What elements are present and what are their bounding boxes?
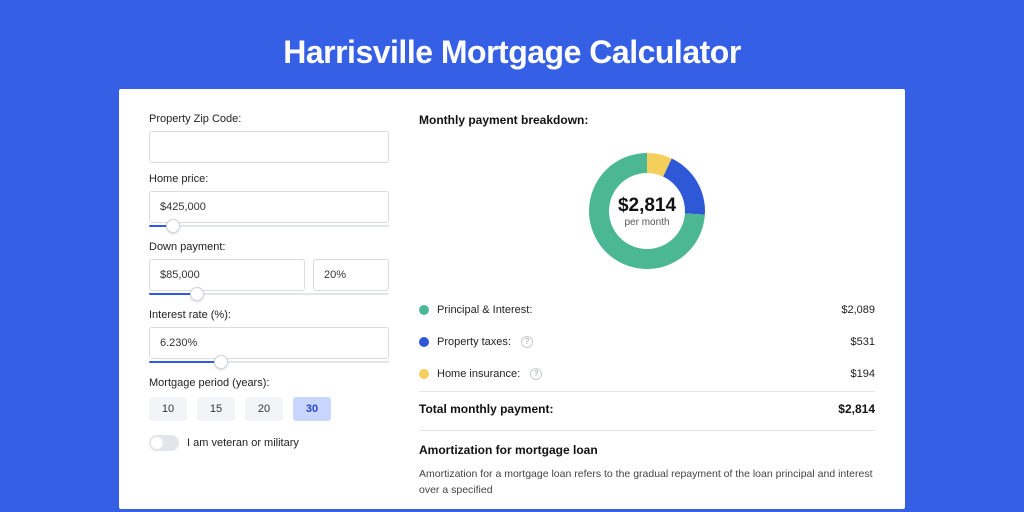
veteran-toggle[interactable]	[149, 435, 179, 451]
rate-slider[interactable]	[149, 357, 389, 367]
info-icon[interactable]: ?	[521, 336, 533, 348]
legend-dot-icon	[419, 337, 429, 347]
legend-dot-icon	[419, 369, 429, 379]
legend-row-taxes: Property taxes:? $531	[419, 325, 875, 357]
period-option-20[interactable]: 20	[245, 397, 283, 421]
period-option-15[interactable]: 15	[197, 397, 235, 421]
period-option-10[interactable]: 10	[149, 397, 187, 421]
home-price-slider[interactable]	[149, 221, 389, 231]
summary-panel: Monthly payment breakdown: $2,814 per mo…	[419, 113, 875, 509]
down-payment-pct-input[interactable]	[313, 259, 389, 291]
period-segmented: 10 15 20 30	[149, 397, 389, 421]
veteran-label: I am veteran or military	[187, 437, 299, 449]
slider-thumb[interactable]	[166, 219, 180, 233]
amort-title: Amortization for mortgage loan	[419, 443, 875, 457]
zip-label: Property Zip Code:	[149, 113, 389, 125]
period-label: Mortgage period (years):	[149, 377, 389, 389]
legend-value: $194	[851, 368, 875, 380]
legend-value: $2,089	[841, 304, 875, 316]
legend-dot-icon	[419, 305, 429, 315]
slider-thumb[interactable]	[190, 287, 204, 301]
down-payment-row	[149, 259, 389, 291]
donut-chart: $2,814 per month	[419, 137, 875, 285]
amort-body: Amortization for a mortgage loan refers …	[419, 467, 875, 499]
donut-value: $2,814	[618, 195, 676, 217]
period-option-30[interactable]: 30	[293, 397, 331, 421]
amort-card: Amortization for mortgage loan Amortizat…	[419, 430, 875, 499]
inputs-panel: Property Zip Code: Home price: Down paym…	[149, 113, 389, 509]
down-payment-label: Down payment:	[149, 241, 389, 253]
home-price-input[interactable]	[149, 191, 389, 223]
veteran-row: I am veteran or military	[149, 435, 389, 451]
legend-label: Property taxes:	[437, 336, 511, 348]
page-root: Harrisville Mortgage Calculator Property…	[0, 0, 1024, 512]
zip-input[interactable]	[149, 131, 389, 163]
donut-center: $2,814 per month	[618, 195, 676, 228]
legend-row-principal: Principal & Interest: $2,089	[419, 293, 875, 325]
total-row: Total monthly payment: $2,814	[419, 391, 875, 416]
down-payment-input[interactable]	[149, 259, 305, 291]
down-payment-slider[interactable]	[149, 289, 389, 299]
calculator-card: Property Zip Code: Home price: Down paym…	[119, 89, 905, 509]
total-value: $2,814	[838, 402, 875, 416]
legend-value: $531	[851, 336, 875, 348]
legend-row-insurance: Home insurance:? $194	[419, 357, 875, 389]
legend-label: Home insurance:	[437, 368, 520, 380]
slider-thumb[interactable]	[214, 355, 228, 369]
rate-label: Interest rate (%):	[149, 309, 389, 321]
rate-input[interactable]	[149, 327, 389, 359]
total-label: Total monthly payment:	[419, 402, 553, 416]
legend-label: Principal & Interest:	[437, 304, 532, 316]
home-price-label: Home price:	[149, 173, 389, 185]
summary-title: Monthly payment breakdown:	[419, 113, 875, 127]
toggle-knob	[151, 437, 163, 449]
info-icon[interactable]: ?	[530, 368, 542, 380]
legend: Principal & Interest: $2,089 Property taxe…	[419, 293, 875, 389]
donut-sub: per month	[618, 217, 676, 228]
page-title: Harrisville Mortgage Calculator	[283, 34, 741, 71]
